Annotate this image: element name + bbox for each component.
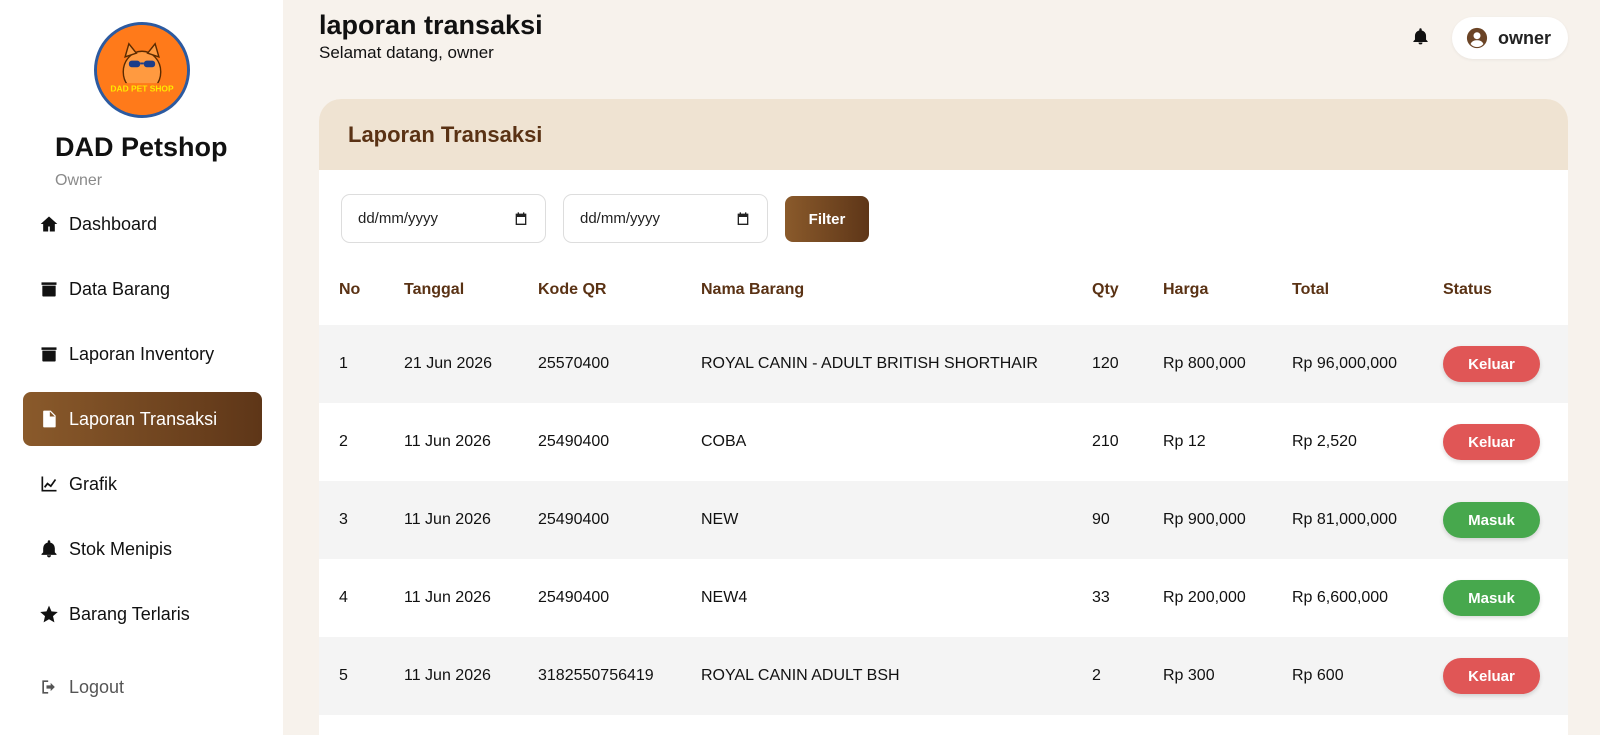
- status-badge: Keluar: [1443, 424, 1540, 460]
- sidebar-item-label: Grafik: [69, 473, 118, 494]
- cell-nama-barang: ROYAL CANIN - ADULT BRITISH SHORTHAIR: [701, 355, 1038, 372]
- chart-line-icon: [37, 472, 61, 496]
- table-header: No Tanggal Kode QR Nama Barang Qty Harga…: [319, 255, 1568, 325]
- table-row: 5 11 Jun 2026 3182550756419 ROYAL CANIN …: [319, 637, 1568, 715]
- brand-title: DAD Petshop: [55, 132, 228, 162]
- cell-harga: Rp 200,000: [1163, 589, 1246, 606]
- sidebar-item-label: Laporan Transaksi: [69, 408, 218, 429]
- table-row: 2 11 Jun 2026 25490400 COBA 210 Rp 12 Rp…: [319, 403, 1568, 481]
- cell-total: Rp 81,000,000: [1292, 511, 1397, 528]
- cell-qty: 2: [1092, 667, 1101, 684]
- cell-total: Rp 6,600,000: [1292, 589, 1389, 606]
- cell-kode-qr: 3182550756419: [538, 667, 654, 684]
- cell-total: Rp 96,000,000: [1292, 355, 1397, 372]
- cell-kode-qr: 25490400: [538, 589, 610, 606]
- sidebar-item-label: Data Barang: [69, 278, 171, 299]
- cell-no: 3: [339, 511, 348, 528]
- cell-harga: Rp 300: [1163, 667, 1215, 684]
- cell-nama-barang: NEW4: [701, 589, 748, 606]
- table-row: 3 11 Jun 2026 25490400 NEW 90 Rp 900,000…: [319, 481, 1568, 559]
- column-header-total: Total: [1292, 281, 1330, 298]
- sidebar-item-label: Stok Menipis: [69, 538, 173, 559]
- welcome-text: Selamat datang, owner: [319, 43, 494, 62]
- status-badge: Keluar: [1443, 346, 1540, 382]
- logout-icon: [37, 675, 61, 699]
- filter-button[interactable]: Filter: [785, 196, 869, 242]
- card-header: Laporan Transaksi: [319, 99, 1568, 170]
- cell-qty: 210: [1092, 433, 1119, 450]
- sidebar-item-grafik[interactable]: Grafik: [23, 457, 262, 511]
- cell-harga: Rp 900,000: [1163, 511, 1246, 528]
- cell-harga: Rp 12: [1163, 433, 1206, 450]
- card-title: Laporan Transaksi: [348, 121, 543, 147]
- date-from-input[interactable]: dd/mm/yyyy: [341, 194, 546, 243]
- user-menu-button[interactable]: owner: [1452, 17, 1568, 59]
- sidebar-item-stok-menipis[interactable]: Stok Menipis: [23, 522, 262, 576]
- cell-tanggal: 11 Jun 2026: [404, 511, 491, 528]
- cell-nama-barang: COBA: [701, 433, 747, 450]
- table-row: 4 11 Jun 2026 25490400 NEW4 33 Rp 200,00…: [319, 559, 1568, 637]
- cell-no: 2: [339, 433, 348, 450]
- brand-role: Owner: [55, 172, 103, 189]
- status-badge: Keluar: [1443, 658, 1540, 694]
- sidebar-item-laporan-transaksi[interactable]: Laporan Transaksi: [23, 392, 262, 446]
- column-header-kode-qr: Kode QR: [538, 281, 607, 298]
- transaction-report-card: Laporan Transaksi dd/mm/yyyy dd/mm/yyyy …: [319, 99, 1568, 735]
- status-badge: Masuk: [1443, 580, 1540, 616]
- date-to-placeholder: dd/mm/yyyy: [580, 210, 661, 227]
- sidebar: DAD PET SHOP DAD Petshop Owner Dashboard…: [0, 0, 283, 735]
- sidebar-item-dashboard[interactable]: Dashboard: [23, 197, 262, 251]
- cell-nama-barang: ROYAL CANIN ADULT BSH: [701, 667, 900, 684]
- sidebar-item-laporan-inventory[interactable]: Laporan Inventory: [23, 327, 262, 381]
- shop-logo: DAD PET SHOP: [94, 22, 190, 118]
- sidebar-item-label: Dashboard: [69, 213, 158, 234]
- cell-tanggal: 11 Jun 2026: [404, 667, 491, 684]
- cell-no: 5: [339, 667, 348, 684]
- sidebar-item-barang-terlaris[interactable]: Barang Terlaris: [23, 587, 262, 641]
- box-icon: [37, 277, 61, 301]
- cell-tanggal: 21 Jun 2026: [404, 355, 493, 372]
- cell-qty: 33: [1092, 589, 1110, 606]
- cell-kode-qr: 25490400: [538, 433, 610, 450]
- calendar-icon[interactable]: [735, 211, 751, 227]
- status-badge: Masuk: [1443, 502, 1540, 538]
- bell-icon: [37, 537, 61, 561]
- notification-bell-icon[interactable]: [1408, 24, 1432, 48]
- cell-tanggal: 11 Jun 2026: [404, 433, 491, 450]
- table-row: 1 21 Jun 2026 25570400 ROYAL CANIN - ADU…: [319, 325, 1568, 403]
- cell-tanggal: 11 Jun 2026: [404, 589, 491, 606]
- cell-qty: 120: [1092, 355, 1119, 372]
- cell-no: 4: [339, 589, 348, 606]
- sidebar-item-label: Laporan Inventory: [69, 343, 215, 364]
- column-header-harga: Harga: [1163, 281, 1209, 298]
- sidebar-item-data-barang[interactable]: Data Barang: [23, 262, 262, 316]
- column-header-tanggal: Tanggal: [404, 281, 465, 298]
- column-header-qty: Qty: [1092, 281, 1119, 298]
- date-from-placeholder: dd/mm/yyyy: [358, 210, 439, 227]
- cell-harga: Rp 800,000: [1163, 355, 1246, 372]
- user-avatar-icon: [1466, 27, 1488, 49]
- date-to-input[interactable]: dd/mm/yyyy: [563, 194, 768, 243]
- calendar-icon[interactable]: [513, 211, 529, 227]
- cell-total: Rp 2,520: [1292, 433, 1357, 450]
- page-title: laporan transaksi: [319, 10, 543, 40]
- cell-qty: 90: [1092, 511, 1110, 528]
- file-icon: [37, 407, 61, 431]
- cell-total: Rp 600: [1292, 667, 1344, 684]
- cell-nama-barang: NEW: [701, 511, 739, 528]
- cell-no: 1: [339, 355, 348, 372]
- user-name: owner: [1498, 27, 1552, 48]
- logo-text: DAD PET SHOP: [110, 84, 174, 94]
- sidebar-item-label: Barang Terlaris: [69, 603, 190, 624]
- box-icon: [37, 342, 61, 366]
- column-header-nama-barang: Nama Barang: [701, 281, 805, 298]
- home-icon: [37, 212, 61, 236]
- column-header-no: No: [339, 281, 361, 298]
- column-header-status: Status: [1443, 281, 1492, 298]
- cell-kode-qr: 25570400: [538, 355, 610, 372]
- logout-button[interactable]: Logout: [23, 660, 262, 714]
- cell-kode-qr: 25490400: [538, 511, 610, 528]
- star-icon: [37, 602, 61, 626]
- logout-label: Logout: [69, 676, 125, 697]
